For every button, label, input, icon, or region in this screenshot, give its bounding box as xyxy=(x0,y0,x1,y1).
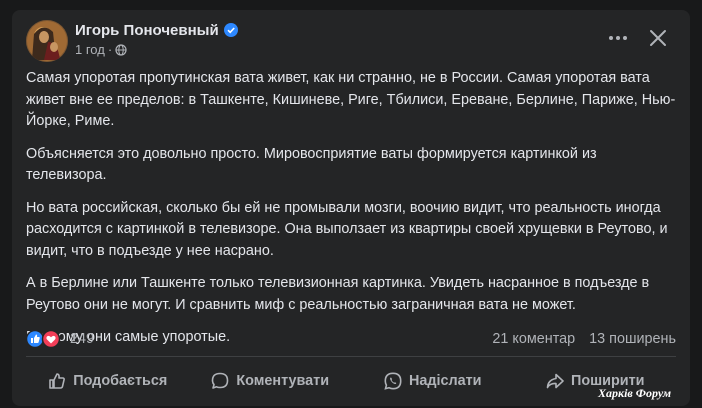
post-header: Игорь Поночевный 1 год · xyxy=(12,10,690,66)
post-paragraph: А в Берлине или Ташкенте только телевизи… xyxy=(26,275,650,313)
more-options-icon xyxy=(609,36,627,40)
reactions-bar: 249 21 коментар 13 поширень xyxy=(25,328,676,350)
thumbs-up-icon xyxy=(49,373,66,389)
meta-separator: · xyxy=(107,42,113,57)
like-button[interactable]: Подобається xyxy=(26,362,189,400)
reaction-icons[interactable] xyxy=(25,329,64,349)
author-avatar[interactable] xyxy=(26,20,68,62)
watermark-logo: Харків Форум xyxy=(598,386,672,400)
actions-divider xyxy=(26,356,676,357)
comment-label: Коментувати xyxy=(236,373,330,389)
send-button[interactable]: Надіслати xyxy=(351,362,514,400)
post-paragraph: Но вата российская, сколько бы ей не про… xyxy=(26,199,668,259)
author-name[interactable]: Игорь Поночевный xyxy=(75,22,238,41)
send-label: Надіслати xyxy=(408,373,482,389)
close-icon xyxy=(650,30,666,46)
post-actions: Подобається Коментувати Надіслати Пошири… xyxy=(26,362,676,400)
icon-avatar-image xyxy=(26,20,68,62)
reactions-count[interactable]: 249 xyxy=(70,331,94,347)
close-button[interactable] xyxy=(640,24,676,52)
comment-button[interactable]: Коментувати xyxy=(189,362,352,400)
post-time[interactable]: 1 год xyxy=(75,42,105,57)
post-text: Самая упоротая пропутинская вата живет, … xyxy=(26,68,681,360)
author-name-text[interactable]: Игорь Поночевный xyxy=(75,22,219,39)
post-card: Игорь Поночевный 1 год · Самая упоротая п… xyxy=(12,10,690,406)
post-paragraph: Самая упоротая пропутинская вата живет, … xyxy=(26,70,676,129)
love-reaction-icon xyxy=(41,329,61,349)
comments-count[interactable]: 21 коментар xyxy=(492,331,575,347)
like-label: Подобається xyxy=(73,373,168,389)
share-arrow-icon xyxy=(546,373,564,389)
post-stats: 21 коментар 13 поширень xyxy=(492,331,676,347)
whatsapp-send-icon xyxy=(384,372,402,390)
shares-count[interactable]: 13 поширень xyxy=(589,331,676,347)
post-paragraph: Объясняется это довольно просто. Мировос… xyxy=(26,145,597,184)
post-meta: 1 год · xyxy=(75,42,127,59)
comment-bubble-icon xyxy=(212,372,229,389)
verified-badge-icon xyxy=(223,23,238,41)
like-reaction-icon xyxy=(25,329,45,349)
globe-icon xyxy=(115,44,127,59)
more-options-button[interactable] xyxy=(600,24,636,52)
